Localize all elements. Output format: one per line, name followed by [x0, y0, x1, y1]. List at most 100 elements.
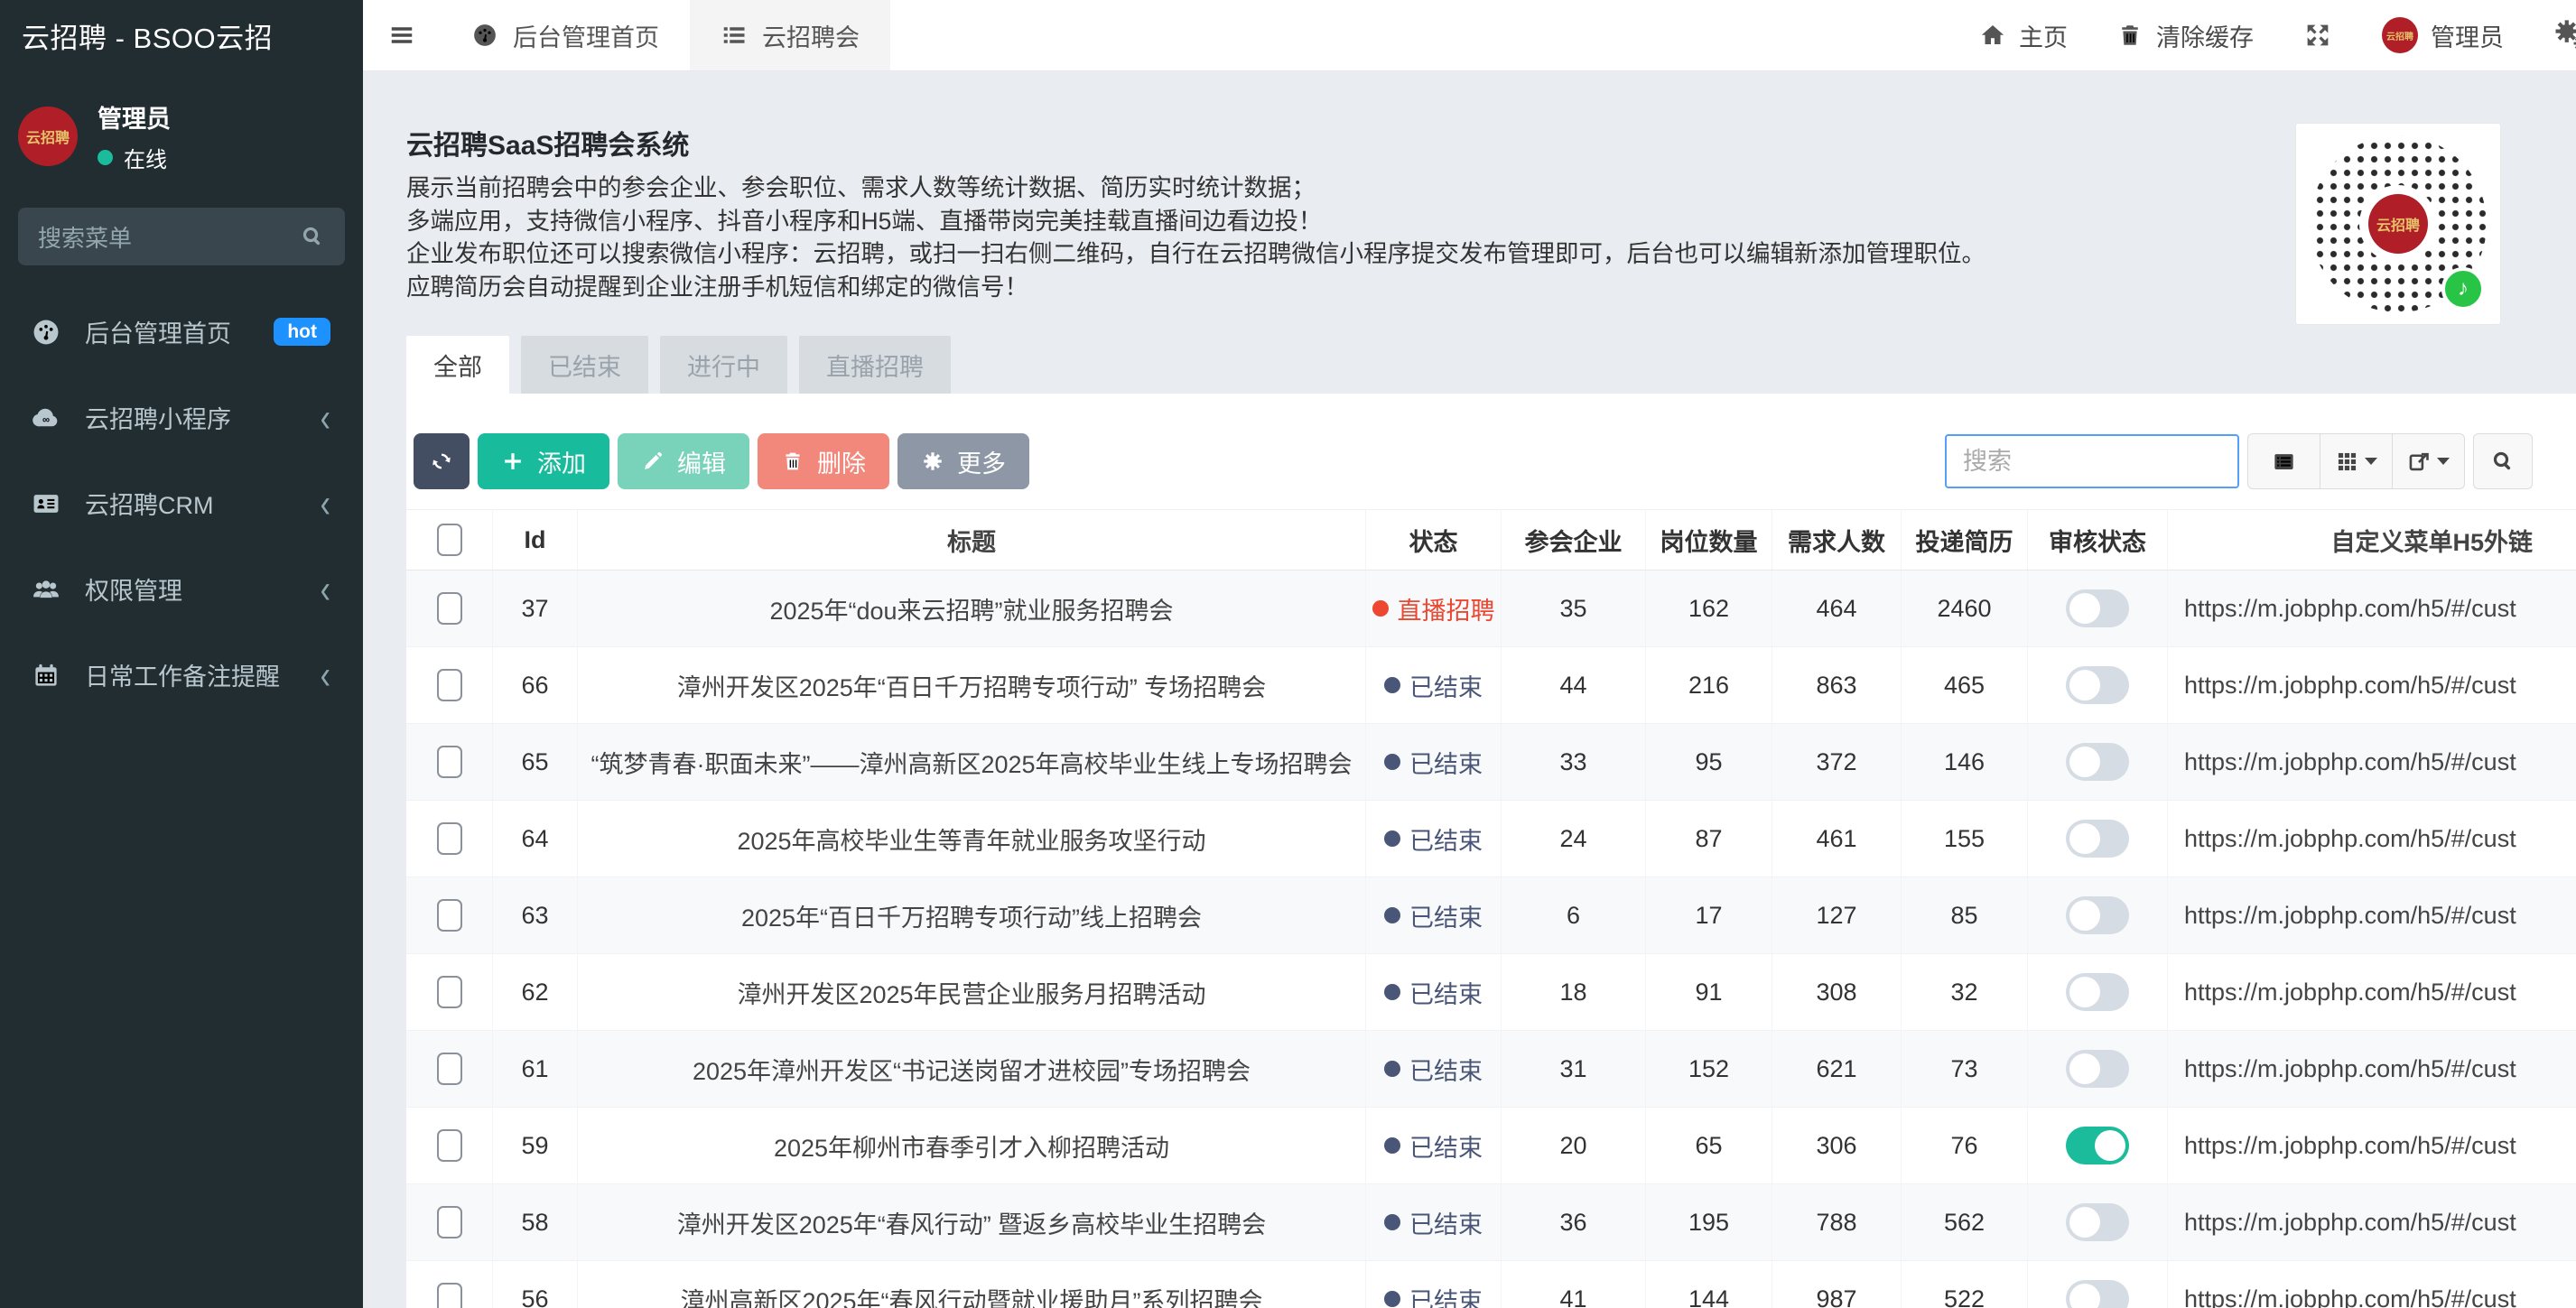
- tab-job-fair[interactable]: 云招聘会: [690, 0, 890, 70]
- menu-toggle-button[interactable]: [363, 0, 441, 70]
- refresh-button[interactable]: [414, 433, 470, 489]
- row-checkbox[interactable]: [437, 669, 462, 701]
- table-row[interactable]: 61 2025年漳州开发区“书记送岗留才进校园”专场招聘会 已结束 31 152…: [406, 1031, 2576, 1108]
- filter-tab-ongoing[interactable]: 进行中: [660, 336, 787, 394]
- sidebar-item-miniprogram[interactable]: 云招聘小程序 ‹: [0, 375, 363, 460]
- table-row[interactable]: 58 漳州开发区2025年“春风行动” 暨返乡高校毕业生招聘会 已结束 36 1…: [406, 1184, 2576, 1261]
- table-row[interactable]: 66 漳州开发区2025年“百日千万招聘专项行动” 专场招聘会 已结束 44 2…: [406, 647, 2576, 724]
- audit-toggle[interactable]: [2066, 743, 2129, 781]
- sidebar-item-daily-notes[interactable]: 日常工作备注提醒 ‹: [0, 632, 363, 718]
- table-row[interactable]: 62 漳州开发区2025年民营企业服务月招聘活动 已结束 18 91 308 3…: [406, 954, 2576, 1031]
- status-dot-icon: [1384, 1214, 1400, 1230]
- row-checkbox[interactable]: [437, 1053, 462, 1085]
- audit-toggle[interactable]: [2066, 973, 2129, 1011]
- gauge-icon: [31, 317, 61, 348]
- page-title: 云招聘SaaS招聘会系统: [406, 123, 2576, 162]
- audit-toggle[interactable]: [2066, 1127, 2129, 1164]
- add-button[interactable]: 添加: [478, 433, 609, 489]
- sidebar-item-crm[interactable]: 云招聘CRM ‹: [0, 460, 363, 546]
- row-url: https://m.jobphp.com/h5/#/cust: [2168, 571, 2576, 646]
- col-header-companies[interactable]: 参会企业: [1502, 510, 1646, 570]
- table-row[interactable]: 56 漳州高新区2025年“春风行动暨就业援助月”系列招聘会 已结束 41 14…: [406, 1261, 2576, 1308]
- sidebar-search-input[interactable]: 搜索菜单: [18, 208, 345, 265]
- more-button[interactable]: 更多: [897, 433, 1029, 489]
- audit-toggle[interactable]: [2066, 1050, 2129, 1088]
- chevron-left-icon: ‹: [321, 397, 330, 437]
- col-header-resumes[interactable]: 投递简历: [1902, 510, 2028, 570]
- tab-dashboard[interactable]: 后台管理首页: [441, 0, 690, 70]
- row-jobs: 152: [1646, 1031, 1772, 1107]
- gear-icon: [921, 450, 944, 473]
- user-menu[interactable]: 云招聘 管理员: [2382, 17, 2504, 53]
- row-checkbox[interactable]: [437, 1283, 462, 1308]
- col-header-jobs[interactable]: 岗位数量: [1646, 510, 1772, 570]
- home-link[interactable]: 主页: [1979, 18, 2068, 53]
- filter-tab-all[interactable]: 全部: [406, 336, 509, 394]
- row-companies: 24: [1502, 801, 1646, 877]
- col-header-id[interactable]: Id: [493, 510, 578, 570]
- qr-pattern: 云招聘 ♪: [2310, 135, 2487, 312]
- row-jobs: 144: [1646, 1261, 1772, 1308]
- clear-cache-link[interactable]: 清除缓存: [2116, 18, 2254, 53]
- audit-toggle[interactable]: [2066, 1280, 2129, 1308]
- filter-tab-ended[interactable]: 已结束: [521, 336, 648, 394]
- status-dot-icon: [1384, 754, 1400, 770]
- col-header-people[interactable]: 需求人数: [1772, 510, 1902, 570]
- select-all-checkbox[interactable]: [437, 524, 462, 556]
- audit-toggle[interactable]: [2066, 896, 2129, 934]
- qr-code: 云招聘 ♪: [2295, 123, 2501, 325]
- col-header-url[interactable]: 自定义菜单H5外链: [2168, 510, 2576, 570]
- row-resumes: 32: [1902, 954, 2028, 1030]
- row-resumes: 155: [1902, 801, 2028, 877]
- row-jobs: 95: [1646, 724, 1772, 800]
- chevron-left-icon: ‹: [321, 483, 330, 523]
- audit-toggle[interactable]: [2066, 589, 2129, 627]
- row-id: 66: [493, 647, 578, 723]
- table-row[interactable]: 65 “筑梦青春·职面未来”——漳州高新区2025年高校毕业生线上专场招聘会 已…: [406, 724, 2576, 801]
- table-search-button[interactable]: [2473, 433, 2533, 489]
- export-button[interactable]: [2393, 433, 2465, 489]
- edit-button[interactable]: 编辑: [618, 433, 749, 489]
- table-row[interactable]: 63 2025年“百日千万招聘专项行动”线上招聘会 已结束 6 17 127 8…: [406, 877, 2576, 954]
- trash-icon: [781, 450, 804, 473]
- intro-line: 应聘简历会自动提醒到企业注册手机短信和绑定的微信号！: [406, 271, 2576, 304]
- col-header-title[interactable]: 标题: [578, 510, 1366, 570]
- row-companies: 18: [1502, 954, 1646, 1030]
- row-title: 2025年“百日千万招聘专项行动”线上招聘会: [578, 877, 1366, 953]
- table-row[interactable]: 37 2025年“dou来云招聘”就业服务招聘会 直播招聘 35 162 464…: [406, 571, 2576, 647]
- detail-view-button[interactable]: [2247, 433, 2320, 489]
- caret-down-icon: [2437, 458, 2450, 465]
- col-header-status[interactable]: 状态: [1366, 510, 1502, 570]
- row-checkbox[interactable]: [437, 822, 462, 855]
- row-people: 461: [1772, 801, 1902, 877]
- row-checkbox[interactable]: [437, 899, 462, 932]
- audit-toggle[interactable]: [2066, 666, 2129, 704]
- row-jobs: 87: [1646, 801, 1772, 877]
- row-checkbox[interactable]: [437, 1206, 462, 1238]
- row-checkbox[interactable]: [437, 746, 462, 778]
- row-id: 62: [493, 954, 578, 1030]
- sidebar-item-permissions[interactable]: 权限管理 ‹: [0, 546, 363, 632]
- search-input[interactable]: [1945, 434, 2239, 488]
- row-checkbox[interactable]: [437, 592, 462, 625]
- gears-icon[interactable]: [2553, 16, 2576, 54]
- user-status: 在线: [98, 142, 171, 173]
- audit-toggle[interactable]: [2066, 1203, 2129, 1241]
- avatar: 云招聘: [2382, 17, 2418, 53]
- status-dot-icon: [1384, 907, 1400, 923]
- user-name: 管理员: [98, 99, 171, 135]
- row-status: 已结束: [1366, 1031, 1502, 1107]
- delete-button[interactable]: 删除: [758, 433, 889, 489]
- qr-logo: 云招聘: [2368, 194, 2428, 254]
- columns-button[interactable]: [2320, 433, 2393, 489]
- row-checkbox[interactable]: [437, 1129, 462, 1162]
- filter-tab-live[interactable]: 直播招聘: [799, 336, 951, 394]
- col-header-audit[interactable]: 审核状态: [2028, 510, 2168, 570]
- table-row[interactable]: 59 2025年柳州市春季引才入柳招聘活动 已结束 20 65 306 76 h…: [406, 1108, 2576, 1184]
- row-checkbox[interactable]: [437, 976, 462, 1008]
- audit-toggle[interactable]: [2066, 820, 2129, 858]
- row-people: 621: [1772, 1031, 1902, 1107]
- sidebar-item-dashboard[interactable]: 后台管理首页 hot: [0, 289, 363, 375]
- table-row[interactable]: 64 2025年高校毕业生等青年就业服务攻坚行动 已结束 24 87 461 1…: [406, 801, 2576, 877]
- fullscreen-button[interactable]: [2302, 20, 2333, 51]
